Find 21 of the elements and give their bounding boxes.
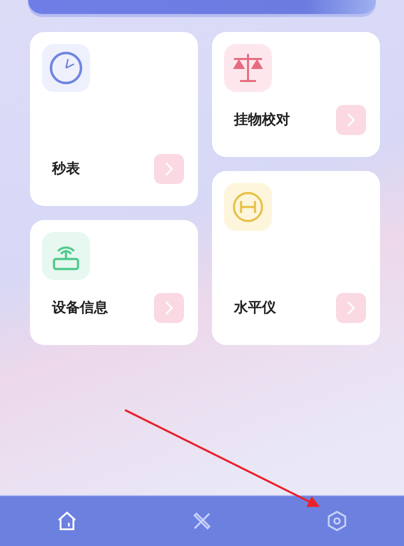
home-icon (56, 510, 78, 532)
tool-title: 水平仪 (234, 299, 276, 317)
clock-icon (48, 50, 84, 86)
tool-card[interactable]: 挂物校对 (212, 32, 380, 157)
chevron-right-icon (163, 161, 175, 177)
tool-card[interactable]: 水平仪 (212, 171, 380, 345)
tool-card[interactable]: 秒表 (30, 32, 198, 206)
tool-title: 挂物校对 (234, 111, 290, 129)
open-button[interactable] (154, 154, 184, 184)
tool-title: 设备信息 (52, 299, 108, 317)
tool-title: 秒表 (52, 160, 80, 178)
chevron-right-icon (345, 112, 357, 128)
open-button[interactable] (336, 293, 366, 323)
level-gauge-icon (230, 189, 266, 225)
chevron-right-icon (163, 300, 175, 316)
chevron-right-icon (345, 300, 357, 316)
tools-icon (190, 510, 213, 532)
open-button[interactable] (154, 293, 184, 323)
tool-card[interactable]: 设备信息 (30, 220, 198, 345)
open-button[interactable] (336, 105, 366, 135)
settings-icon (326, 510, 348, 532)
